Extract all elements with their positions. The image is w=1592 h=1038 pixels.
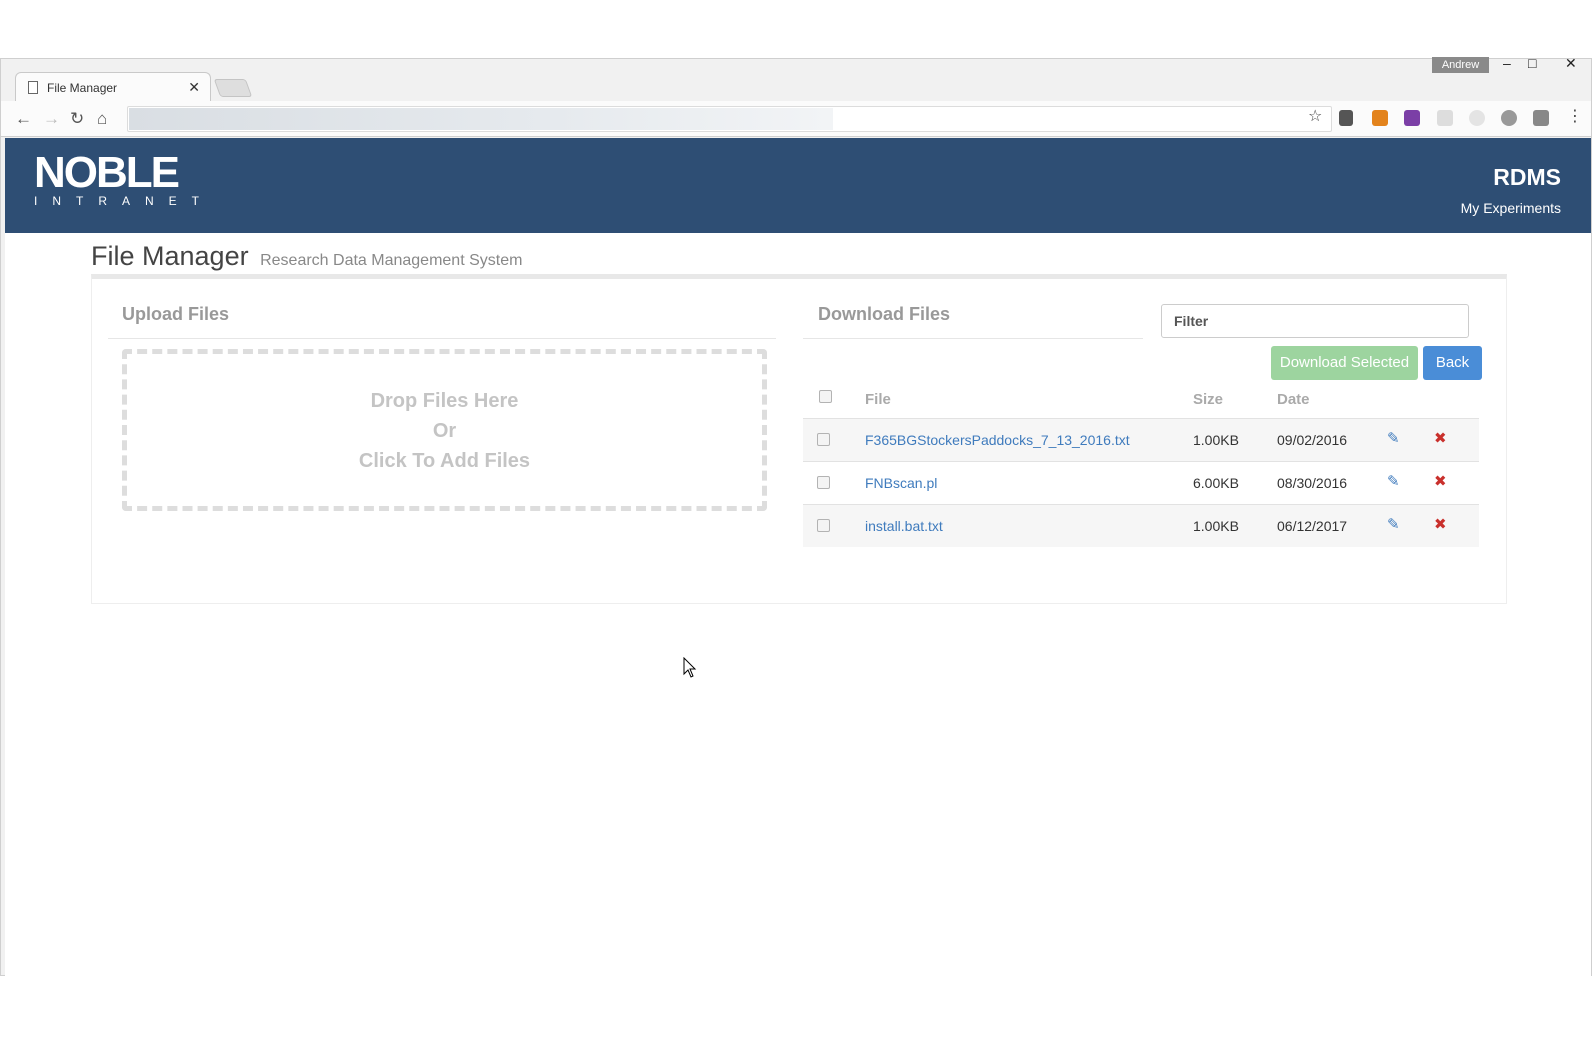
profile-badge[interactable]: Andrew xyxy=(1432,57,1489,73)
upload-title: Upload Files xyxy=(122,304,230,324)
tab-title: File Manager xyxy=(47,81,118,95)
close-window-icon[interactable]: ✕ xyxy=(1565,55,1577,72)
row-checkbox[interactable] xyxy=(817,476,830,489)
page-title: File Manager Research Data Management Sy… xyxy=(91,241,522,272)
mouse-cursor-icon xyxy=(683,657,697,678)
download-selected-button[interactable]: Download Selected xyxy=(1271,346,1418,380)
drop-line-1: Drop Files Here xyxy=(370,390,519,412)
delete-x-icon[interactable]: ✖ xyxy=(1434,472,1447,490)
new-tab-button[interactable] xyxy=(213,79,253,97)
drop-zone[interactable]: Drop Files Here Or Click To Add Files xyxy=(122,349,767,511)
table-row: install.bat.txt 1.00KB 06/12/2017 ✎ ✖ xyxy=(803,504,1479,547)
site-header: NOBLE INTRANET RDMS My Experiments xyxy=(5,138,1591,233)
extension-shield-icon[interactable] xyxy=(1339,110,1353,126)
edit-pencil-icon[interactable]: ✎ xyxy=(1387,472,1400,490)
extension-onenote-icon[interactable] xyxy=(1404,110,1420,126)
page-subtitle: Research Data Management System xyxy=(260,252,523,269)
minimize-icon[interactable]: – xyxy=(1503,55,1511,71)
column-header-size[interactable]: Size xyxy=(1193,391,1223,408)
row-checkbox[interactable] xyxy=(817,519,830,532)
file-link[interactable]: install.bat.txt xyxy=(865,518,943,534)
drop-line-2: Or xyxy=(432,420,457,442)
forward-arrow-icon[interactable]: → xyxy=(43,109,60,129)
browser-toolbar: ← → ↻ ⌂ ☆ ⋮ xyxy=(1,101,1591,137)
address-bar[interactable] xyxy=(127,106,1332,132)
extension-k-icon[interactable] xyxy=(1372,110,1388,126)
noble-logo[interactable]: NOBLE INTRANET xyxy=(34,148,214,209)
tab-strip: File Manager ✕ Andrew – □ ✕ xyxy=(1,55,1591,102)
back-button[interactable]: Back xyxy=(1423,346,1482,380)
download-title: Download Files xyxy=(818,304,951,324)
file-date: 08/30/2016 xyxy=(1277,475,1348,491)
select-all-checkbox[interactable] xyxy=(819,390,832,403)
download-divider xyxy=(803,338,1143,339)
my-experiments-link[interactable]: My Experiments xyxy=(1461,200,1561,216)
row-checkbox[interactable] xyxy=(817,433,830,446)
address-text-blurred xyxy=(129,108,833,130)
edit-pencil-icon[interactable]: ✎ xyxy=(1387,515,1400,533)
column-header-file[interactable]: File xyxy=(865,391,891,408)
file-date: 09/02/2016 xyxy=(1277,432,1348,448)
logo-main-text: NOBLE xyxy=(34,148,180,197)
bookmark-star-icon[interactable]: ☆ xyxy=(1308,106,1322,126)
document-icon xyxy=(28,81,38,94)
delete-x-icon[interactable]: ✖ xyxy=(1434,429,1447,447)
page-content: NOBLE INTRANET RDMS My Experiments File … xyxy=(5,138,1591,976)
filter-input[interactable] xyxy=(1161,304,1469,338)
file-size: 1.00KB xyxy=(1193,432,1239,448)
back-arrow-icon[interactable]: ← xyxy=(15,109,32,129)
file-size: 6.00KB xyxy=(1193,475,1239,491)
extension-record-icon[interactable] xyxy=(1501,110,1517,126)
extension-jb-icon[interactable] xyxy=(1533,110,1549,126)
extension-grid-icon[interactable] xyxy=(1437,110,1453,126)
edit-pencil-icon[interactable]: ✎ xyxy=(1387,429,1400,447)
browser-menu-icon[interactable]: ⋮ xyxy=(1567,106,1583,126)
file-link[interactable]: F365BGStockersPaddocks_7_13_2016.txt xyxy=(865,432,1130,448)
column-header-date[interactable]: Date xyxy=(1277,391,1310,408)
browser-tab[interactable]: File Manager ✕ xyxy=(15,72,211,102)
table-row: FNBscan.pl 6.00KB 08/30/2016 ✎ ✖ xyxy=(803,461,1479,504)
file-panel: Upload Files Drop Files Here Or Click To… xyxy=(91,274,1507,604)
page-title-text: File Manager xyxy=(91,241,249,271)
table-row: F365BGStockersPaddocks_7_13_2016.txt 1.0… xyxy=(803,418,1479,461)
extension-moon-icon[interactable] xyxy=(1469,110,1485,126)
upload-divider xyxy=(108,338,776,339)
tab-close-icon[interactable]: ✕ xyxy=(188,79,200,96)
brand-title[interactable]: RDMS xyxy=(1493,164,1561,191)
browser-window: File Manager ✕ Andrew – □ ✕ ← → ↻ ⌂ ☆ ⋮ … xyxy=(0,55,1592,976)
drop-line-3: Click To Add Files xyxy=(358,450,531,472)
delete-x-icon[interactable]: ✖ xyxy=(1434,515,1447,533)
file-link[interactable]: FNBscan.pl xyxy=(865,475,937,491)
maximize-icon[interactable]: □ xyxy=(1528,55,1536,71)
reload-icon[interactable]: ↻ xyxy=(70,109,84,129)
file-date: 06/12/2017 xyxy=(1277,518,1348,534)
home-icon[interactable]: ⌂ xyxy=(97,109,107,129)
logo-sub-text: INTRANET xyxy=(34,194,214,208)
file-size: 1.00KB xyxy=(1193,518,1239,534)
